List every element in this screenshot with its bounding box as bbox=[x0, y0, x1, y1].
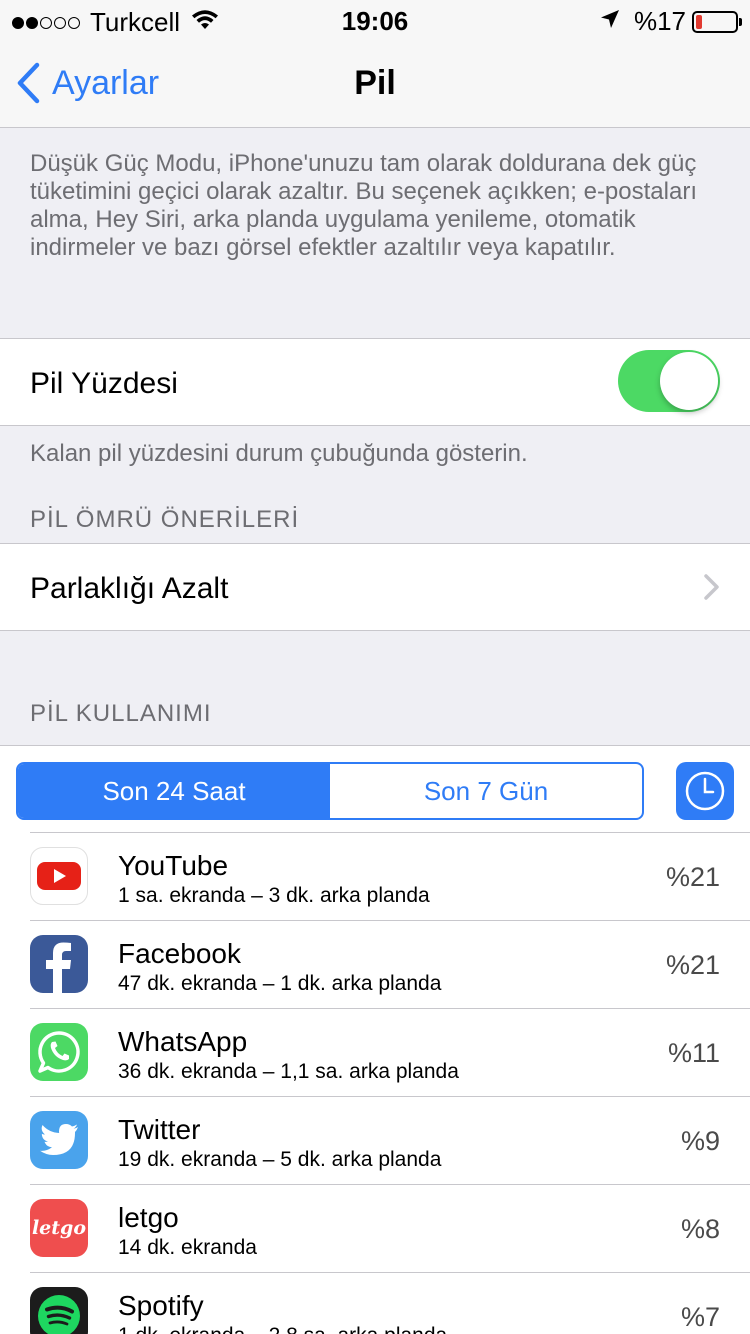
battery-percentage-text: %17 bbox=[633, 6, 686, 36]
battery-usage-header: PİL KULLANIMI bbox=[30, 700, 212, 727]
app-name: WhatsApp bbox=[118, 1026, 248, 1057]
battery-icon bbox=[692, 10, 742, 33]
clock-button[interactable] bbox=[676, 762, 734, 820]
time-range-segmented-control: Son 24 Saat Son 7 Gün bbox=[16, 762, 644, 820]
low-power-mode-footer: Düşük Güç Modu, iPhone'unuzu tam olarak … bbox=[30, 150, 697, 261]
battery-percentage-toggle[interactable] bbox=[618, 350, 720, 412]
navigation-bar: Ayarlar Pil bbox=[0, 40, 750, 128]
app-usage-row[interactable]: YouTube 1 sa. ekranda – 3 dk. arka pland… bbox=[0, 832, 750, 920]
app-name: letgo bbox=[118, 1202, 179, 1233]
app-usage-row[interactable]: letgo letgo 14 dk. ekranda %8 bbox=[0, 1184, 750, 1272]
app-usage-row[interactable]: Facebook 47 dk. ekranda – 1 dk. arka pla… bbox=[0, 920, 750, 1008]
battery-suggestions-header: PİL ÖMRÜ ÖNERİLERİ bbox=[30, 506, 300, 533]
app-usage-row[interactable]: Twitter 19 dk. ekranda – 5 dk. arka plan… bbox=[0, 1096, 750, 1184]
app-usage-percent: %21 bbox=[665, 862, 720, 892]
reduce-brightness-cell[interactable]: Parlaklığı Azalt bbox=[0, 543, 750, 631]
app-usage-detail: 47 dk. ekranda – 1 dk. arka planda bbox=[118, 972, 442, 995]
battery-usage-section: Son 24 Saat Son 7 Gün YouTube 1 sa. ekra… bbox=[0, 745, 750, 1334]
segment-last-24-hours[interactable]: Son 24 Saat bbox=[18, 764, 330, 818]
app-name: Facebook bbox=[118, 938, 241, 969]
letgo-icon: letgo bbox=[30, 1199, 88, 1257]
letgo-logo-text: letgo bbox=[31, 1217, 87, 1239]
youtube-icon bbox=[30, 847, 88, 905]
segment-last-7-days[interactable]: Son 7 Gün bbox=[330, 764, 642, 818]
app-usage-detail: 14 dk. ekranda bbox=[118, 1236, 257, 1259]
battery-percentage-footer: Kalan pil yüzdesini durum çubuğunda göst… bbox=[30, 440, 528, 467]
location-arrow-icon bbox=[600, 9, 620, 34]
twitter-icon bbox=[30, 1111, 88, 1169]
clock-icon bbox=[685, 771, 725, 811]
battery-level-fill bbox=[696, 14, 702, 29]
app-usage-percent: %11 bbox=[667, 1038, 720, 1068]
app-usage-detail: 36 dk. ekranda – 1,1 sa. arka planda bbox=[118, 1060, 459, 1083]
status-bar: Turkcell 19:06 %17 bbox=[0, 0, 750, 40]
spotify-icon bbox=[30, 1287, 88, 1334]
app-usage-row[interactable]: Spotify 1 dk. ekranda – 2,8 sa. arka pla… bbox=[0, 1272, 750, 1334]
battery-percentage-label: Pil Yüzdesi bbox=[30, 367, 178, 400]
facebook-icon bbox=[30, 935, 88, 993]
app-name: Twitter bbox=[118, 1114, 201, 1145]
app-usage-percent: %8 bbox=[680, 1214, 720, 1244]
app-usage-detail: 1 dk. ekranda – 2,8 sa. arka planda bbox=[118, 1324, 447, 1334]
app-usage-detail: 19 dk. ekranda – 5 dk. arka planda bbox=[118, 1148, 442, 1171]
whatsapp-icon bbox=[30, 1023, 88, 1081]
app-usage-percent: %7 bbox=[680, 1302, 720, 1332]
reduce-brightness-label: Parlaklığı Azalt bbox=[30, 572, 229, 605]
app-name: YouTube bbox=[118, 850, 229, 881]
app-usage-row[interactable]: WhatsApp 36 dk. ekranda – 1,1 sa. arka p… bbox=[0, 1008, 750, 1096]
chevron-right-icon bbox=[704, 574, 719, 600]
app-usage-percent: %21 bbox=[665, 950, 720, 980]
app-name: Spotify bbox=[118, 1290, 204, 1321]
app-usage-percent: %9 bbox=[680, 1126, 720, 1156]
app-usage-detail: 1 sa. ekranda – 3 dk. arka planda bbox=[118, 884, 430, 907]
battery-percentage-cell: Pil Yüzdesi bbox=[0, 338, 750, 426]
toggle-knob bbox=[660, 352, 718, 410]
page-title: Pil bbox=[354, 64, 396, 102]
